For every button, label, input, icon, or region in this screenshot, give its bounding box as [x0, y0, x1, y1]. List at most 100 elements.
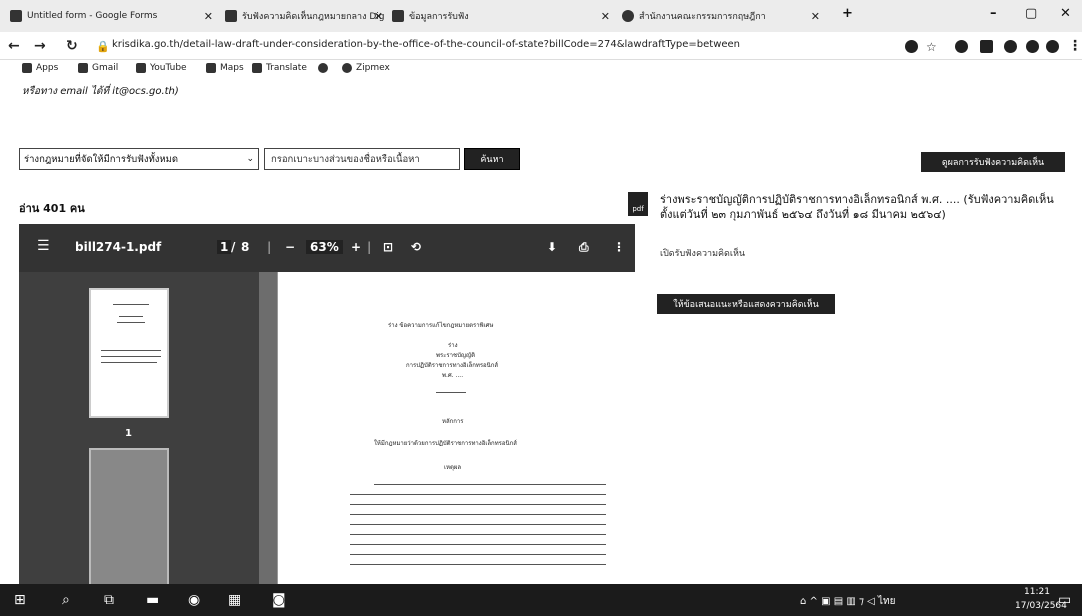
- chevron-down-icon: ⌄: [246, 154, 254, 164]
- bookmarks-bar: Apps Gmail YouTube Maps Translate Zipmex: [0, 60, 1082, 80]
- close-tab-icon[interactable]: ✕: [374, 10, 383, 23]
- tab-title: Untitled form - Google Forms: [27, 11, 158, 21]
- opera-icon[interactable]: [955, 40, 968, 53]
- text-line: [350, 544, 606, 545]
- close-tab-icon[interactable]: ✕: [601, 10, 610, 23]
- pdf-page-separator: /: [231, 240, 236, 254]
- pdf-page: ร่าง ข้อความการแก้ไขกฎหมายตราพิเศษ ร่าง …: [277, 272, 635, 584]
- chrome-icon: [622, 10, 634, 22]
- extension-icon[interactable]: [1004, 40, 1017, 53]
- bookmark-star-icon[interactable]: ☆: [926, 40, 937, 54]
- pdf-toolbar: ☰ bill274-1.pdf 1 / 8 | − 63% + | ⊡ ⟲ ⬇ …: [19, 224, 635, 272]
- submit-opinion-button[interactable]: ให้ข้อเสนอแนะหรือแสดงความคิดเห็น: [657, 294, 835, 314]
- reload-icon[interactable]: ↻: [66, 38, 78, 54]
- github-bookmark-icon[interactable]: [318, 63, 332, 73]
- extension-icon[interactable]: [905, 40, 918, 53]
- download-icon[interactable]: ⬇: [547, 240, 557, 254]
- close-tab-icon[interactable]: ✕: [811, 10, 820, 23]
- calculator-icon[interactable]: ▦: [228, 592, 241, 608]
- divider-line: [436, 392, 466, 393]
- puzzle-icon[interactable]: [1026, 40, 1039, 53]
- google-forms-icon: [10, 10, 22, 22]
- pdf-page-section: หลักการ: [442, 418, 464, 425]
- task-view-icon[interactable]: ⧉: [104, 592, 114, 608]
- system-tray[interactable]: ⌂ ^ ▣ ▤ ▥ ⁊ ◁ ไทย: [800, 594, 895, 609]
- more-options-icon[interactable]: ⋮: [613, 240, 625, 254]
- thumbnail-page-number: 1: [125, 428, 132, 439]
- print-icon[interactable]: ⎙: [579, 240, 589, 255]
- bookmark-zipmex[interactable]: Zipmex: [342, 63, 390, 73]
- windows-start-icon[interactable]: ⊞: [14, 592, 26, 608]
- apps-grid-icon: [22, 63, 32, 73]
- search-icon[interactable]: ⌕: [62, 592, 70, 608]
- back-icon[interactable]: ←: [8, 38, 20, 54]
- pdf-file-icon[interactable]: pdf: [628, 192, 648, 216]
- bookmark-apps[interactable]: Apps: [22, 63, 58, 73]
- pdf-page-text: พ.ศ. ....: [442, 372, 464, 379]
- clock-time[interactable]: 11:21: [1024, 587, 1050, 597]
- language-indicator[interactable]: ไทย: [878, 596, 895, 607]
- zipmex-icon: [342, 63, 352, 73]
- maps-icon: [206, 63, 216, 73]
- toolbar-divider: |: [267, 240, 272, 254]
- tab-google-forms[interactable]: Untitled form - Google Forms ✕: [10, 4, 215, 28]
- category-select-value: ร่างกฎหมายที่จัดให้มีการรับฟังทั้งหมด: [24, 153, 179, 165]
- address-bar[interactable]: krisdika.go.th/detail-law-draft-under-co…: [112, 39, 740, 50]
- maximize-icon[interactable]: ▢: [1025, 6, 1037, 21]
- file-explorer-icon[interactable]: ▬: [146, 592, 159, 608]
- close-window-icon[interactable]: ✕: [1060, 6, 1071, 21]
- address-row: ← → ↻ 🔒 krisdika.go.th/detail-law-draft-…: [0, 32, 1082, 60]
- tab-krisdika[interactable]: สำนักงานคณะกรรมการกฤษฎีกา ✕: [622, 4, 822, 28]
- sidebar-menu-icon[interactable]: ☰: [37, 238, 50, 254]
- new-tab-button[interactable]: +: [842, 6, 853, 21]
- text-line: [374, 484, 606, 485]
- page-thumbnail[interactable]: [89, 448, 169, 584]
- pdf-page-section: เหตุผล: [444, 464, 462, 471]
- minimize-icon[interactable]: –: [990, 6, 997, 21]
- text-line: [350, 524, 606, 525]
- forward-icon[interactable]: →: [34, 38, 46, 54]
- zoom-out-icon[interactable]: −: [285, 240, 295, 254]
- page-thumbnail[interactable]: [89, 288, 169, 418]
- fit-page-icon[interactable]: ⊡: [383, 240, 393, 254]
- bookmark-youtube[interactable]: YouTube: [136, 63, 187, 73]
- search-button[interactable]: ค้นหา: [464, 148, 520, 170]
- rotate-icon[interactable]: ⟲: [411, 240, 421, 254]
- text-line: [350, 504, 606, 505]
- pdf-viewer: ☰ bill274-1.pdf 1 / 8 | − 63% + | ⊡ ⟲ ⬇ …: [19, 224, 635, 584]
- view-hearing-results-button[interactable]: ดูผลการรับฟังความคิดเห็น: [921, 152, 1065, 172]
- zoom-level[interactable]: 63%: [306, 240, 343, 254]
- tab-title: ข้อมูลการรับฟัง: [409, 12, 469, 22]
- pdf-page-text: ร่าง: [448, 342, 458, 349]
- pdf-page-text: พระราชบัญญัติ: [436, 352, 475, 359]
- pdf-page-input[interactable]: 1: [217, 240, 232, 254]
- lock-icon[interactable]: 🔒: [96, 40, 110, 53]
- document-status: เปิดรับฟังความคิดเห็น: [660, 249, 746, 259]
- gmail-icon: [78, 63, 88, 73]
- menu-kebab-icon[interactable]: ⋮: [1068, 38, 1082, 54]
- pdf-page-heading: ร่าง ข้อความการแก้ไขกฎหมายตราพิเศษ: [388, 322, 494, 329]
- chrome-taskbar-icon[interactable]: ◉: [188, 592, 200, 608]
- profile-avatar-icon[interactable]: [1046, 40, 1059, 53]
- github-icon: [318, 63, 328, 73]
- youtube-icon: [136, 63, 146, 73]
- tab-law-hearing[interactable]: รับฟังความคิดเห็นกฎหมายกลาง Digi ✕: [225, 4, 385, 28]
- category-select[interactable]: ร่างกฎหมายที่จัดให้มีการรับฟังทั้งหมด ⌄: [19, 148, 259, 170]
- tab-hearing-info[interactable]: ข้อมูลการรับฟัง ✕: [392, 4, 612, 28]
- pdf-page-text: การปฏิบัติราชการทางอิเล็กทรอนิกส์: [406, 362, 499, 369]
- browser-tab-bar: Untitled form - Google Forms ✕ รับฟังควา…: [0, 0, 1082, 32]
- pdf-total-pages: 8: [241, 240, 250, 254]
- thumbnail-panel: 1: [19, 272, 259, 584]
- bookmark-translate[interactable]: Translate: [252, 63, 307, 73]
- zoom-in-icon[interactable]: +: [351, 240, 361, 254]
- close-tab-icon[interactable]: ✕: [204, 10, 213, 23]
- email-contact-line: หรือทาง email ได้ที่ it@ocs.go.th): [22, 86, 179, 97]
- translate-extension-icon[interactable]: [980, 40, 993, 53]
- translate-icon: [252, 63, 262, 73]
- search-input[interactable]: กรอกเบาะบางส่วนของชื่อหรือเนื้อหา: [264, 148, 460, 170]
- notification-icon[interactable]: ▭: [1058, 592, 1071, 608]
- text-line: [350, 494, 606, 495]
- bookmark-gmail[interactable]: Gmail: [78, 63, 118, 73]
- bookmark-maps[interactable]: Maps: [206, 63, 244, 73]
- app-icon[interactable]: ◙: [272, 592, 286, 608]
